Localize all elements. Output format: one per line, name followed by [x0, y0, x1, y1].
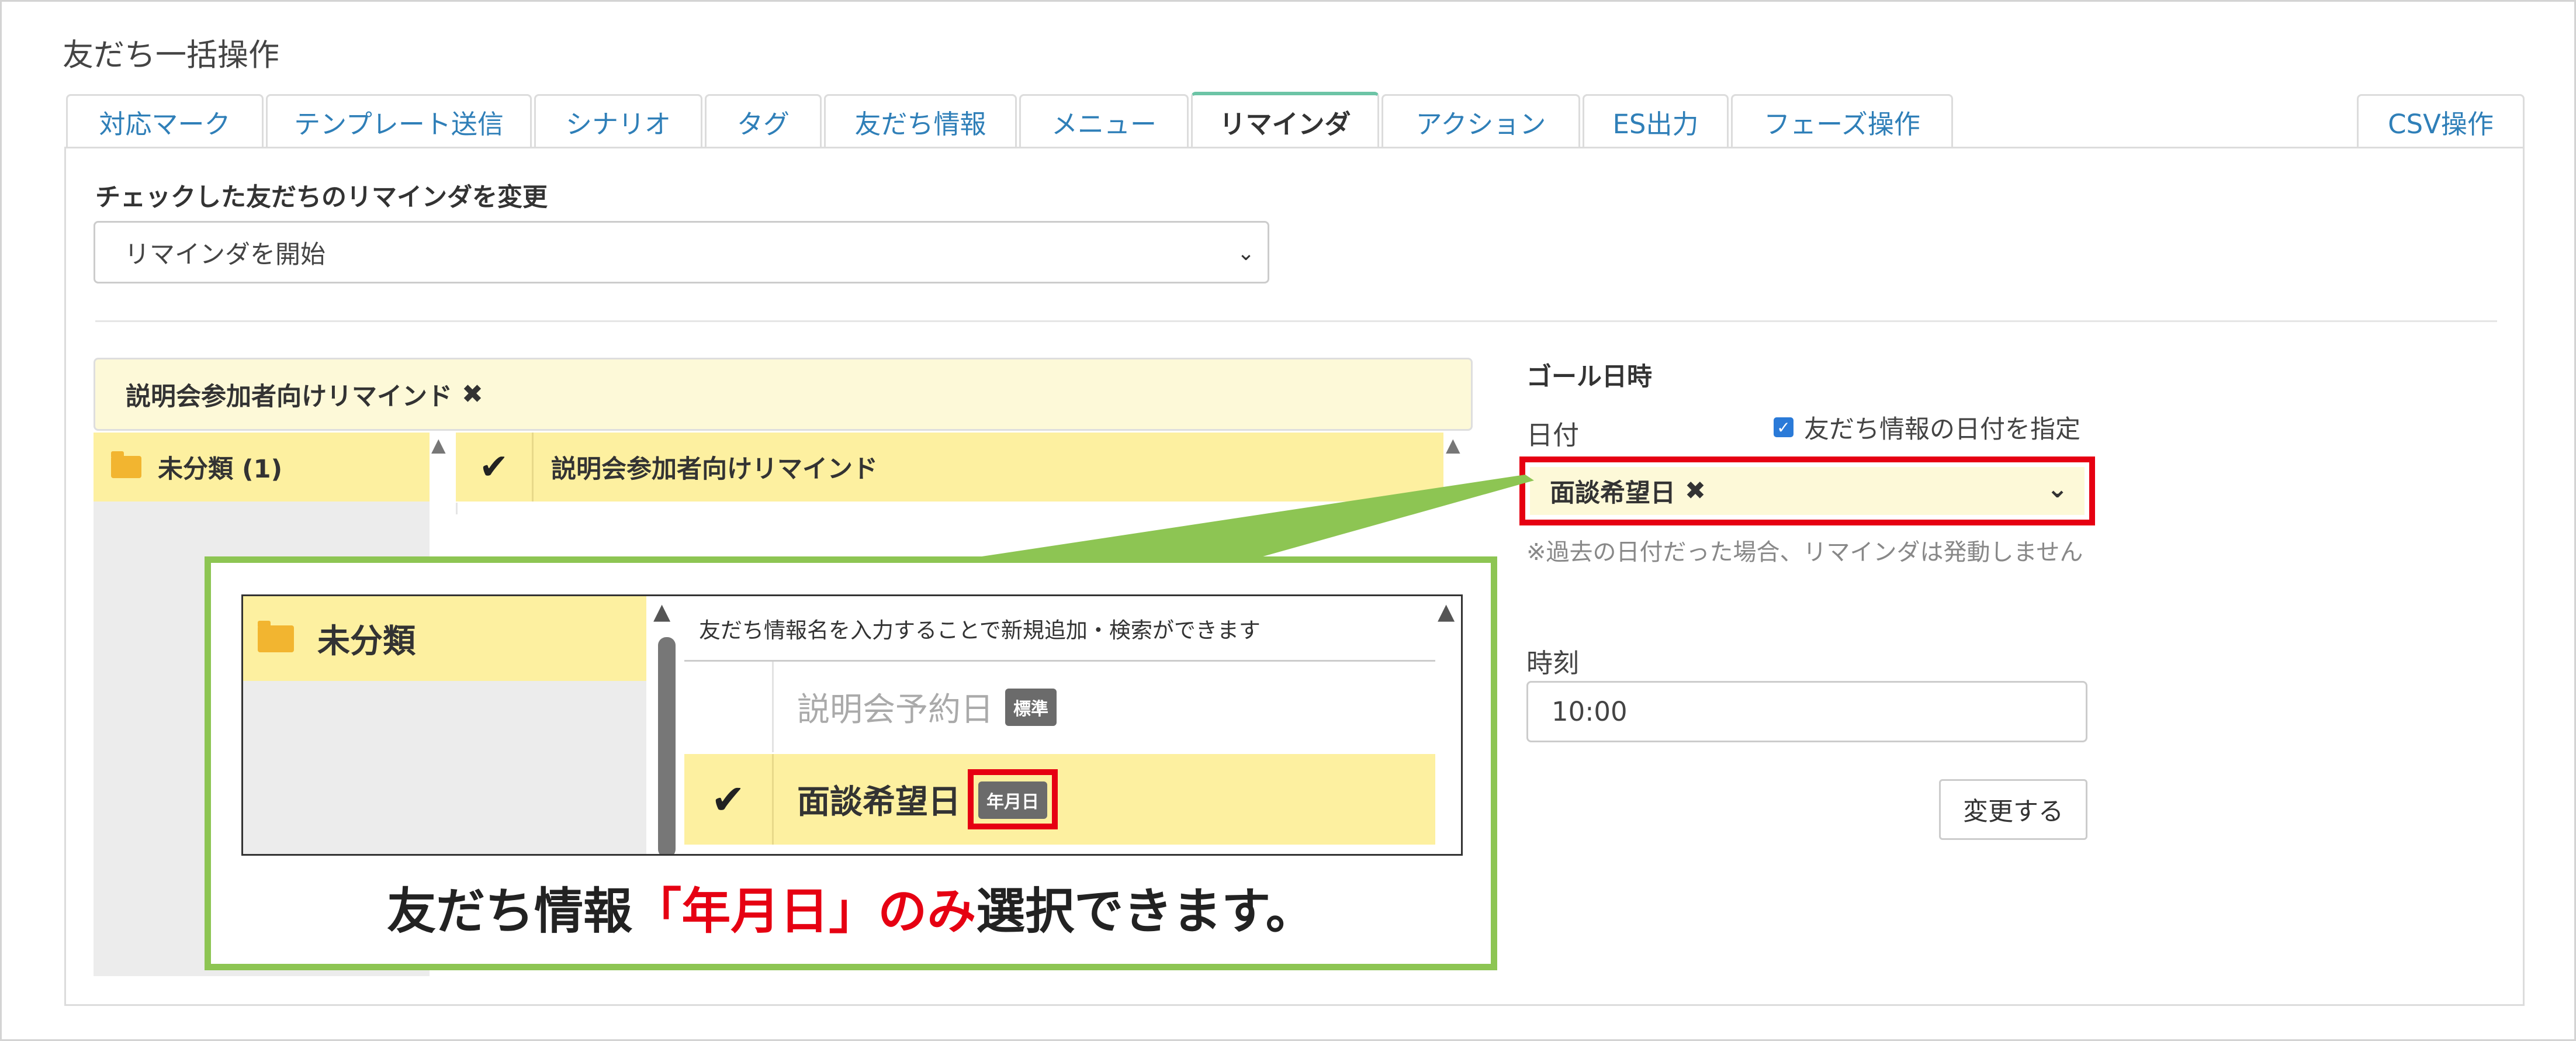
field-name: 説明会予約日	[797, 691, 993, 729]
remove-icon[interactable]: ✖	[1685, 476, 1706, 506]
caption-suffix: 選択できます。	[976, 883, 1315, 940]
callout-caption: 友だち情報「年月日」のみ選択できます。	[205, 872, 1497, 943]
field-type-badge: 標準	[1005, 688, 1057, 726]
past-date-note: ※過去の日付だった場合、リマインダは発動しません	[1526, 539, 2083, 566]
section-label: チェックした友だちのリマインダを変更	[95, 183, 548, 212]
field-search-input[interactable]: 友だち情報名を入力することで新規追加・検索ができます	[684, 596, 1435, 662]
zoom-scrollbar-right[interactable]: ▲	[1435, 596, 1461, 854]
page-title: 友だち一括操作	[63, 37, 279, 73]
check-icon: ✔	[456, 433, 534, 502]
zoomed-field-picker: 未分類 ▲ 友だち情報名を入力することで新規追加・検索ができます ▲ 説明会予約…	[241, 594, 1463, 856]
checkbox-label: 友だち情報の日付を指定	[1804, 415, 2080, 444]
scroll-thumb[interactable]	[658, 637, 676, 854]
reminder-action-select[interactable]: リマインダを開始 ⌄	[94, 221, 1269, 283]
tab-menu[interactable]: メニュー	[1019, 94, 1189, 148]
folder-item-uncategorized[interactable]: 未分類 (1)	[94, 433, 430, 502]
scroll-up-icon[interactable]: ▲	[1446, 434, 1460, 456]
field-row-interview-date[interactable]: ✔ 面談希望日 年月日	[684, 754, 1435, 845]
reminder-list-item[interactable]: ✔ 説明会参加者向けリマインド	[456, 433, 1443, 502]
caption-prefix: 友だち情報	[387, 883, 633, 940]
goal-field-value: 面談希望日	[1550, 479, 1675, 508]
tab-action[interactable]: アクション	[1382, 94, 1580, 148]
reminder-item-label: 説明会参加者向けリマインド	[551, 455, 878, 484]
check-cell	[684, 662, 774, 752]
tab-reminder[interactable]: リマインダ	[1191, 92, 1379, 148]
badge-highlight: 年月日	[968, 769, 1058, 830]
tab-scenario[interactable]: シナリオ	[534, 94, 702, 148]
change-button[interactable]: 変更する	[1939, 779, 2087, 840]
chevron-down-icon[interactable]: ⌄	[2047, 474, 2068, 504]
selected-reminder-label: 説明会参加者向けリマインド	[126, 382, 452, 411]
field-type-badge: 年月日	[978, 781, 1047, 819]
tab-es-output[interactable]: ES出力	[1583, 94, 1729, 148]
select-value: リマインダを開始	[124, 240, 326, 269]
check-icon: ✔	[684, 754, 774, 845]
goal-field-select-highlight: 面談希望日 ✖ ⌄	[1519, 456, 2095, 525]
tab-template-send[interactable]: テンプレート送信	[266, 94, 532, 148]
goal-title: ゴール日時	[1526, 362, 1652, 392]
time-input[interactable]: 10:00	[1526, 681, 2087, 742]
friend-info-date-checkbox[interactable]: ✓ 友だち情報の日付を指定	[1774, 409, 2080, 445]
zoom-folder-label: 未分類	[317, 622, 416, 660]
zoom-folder-item[interactable]: 未分類	[243, 596, 646, 681]
selected-reminder[interactable]: 説明会参加者向けリマインド ✖	[94, 358, 1473, 431]
time-label: 時刻	[1526, 648, 1580, 679]
tab-phase-operation[interactable]: フェーズ操作	[1731, 94, 1953, 148]
divider	[456, 503, 458, 514]
scroll-up-icon[interactable]: ▲	[653, 599, 670, 624]
divider	[95, 320, 2497, 322]
date-label: 日付	[1526, 420, 1580, 451]
folder-icon	[258, 620, 294, 652]
caption-highlight: 「年月日」のみ	[632, 883, 977, 940]
field-name: 面談希望日	[797, 783, 961, 821]
field-row-reservation-date[interactable]: 説明会予約日 標準	[684, 662, 1435, 752]
tab-response-mark[interactable]: 対応マーク	[66, 94, 264, 148]
goal-field-select[interactable]: 面談希望日 ✖ ⌄	[1530, 467, 2085, 515]
scroll-up-icon[interactable]: ▲	[431, 434, 446, 456]
zoom-scrollbar[interactable]: ▲	[646, 596, 684, 854]
folder-label: 未分類 (1)	[158, 455, 283, 484]
chevron-down-icon: ⌄	[1237, 241, 1255, 265]
folder-icon	[111, 451, 141, 478]
tab-tag[interactable]: タグ	[705, 94, 822, 148]
remove-icon[interactable]: ✖	[462, 379, 483, 409]
checkbox-checked-icon[interactable]: ✓	[1774, 417, 1793, 437]
tab-csv-operation[interactable]: CSV操作	[2357, 94, 2525, 148]
tab-friend-info[interactable]: 友だち情報	[824, 94, 1017, 148]
scroll-up-icon[interactable]: ▲	[1438, 599, 1455, 624]
